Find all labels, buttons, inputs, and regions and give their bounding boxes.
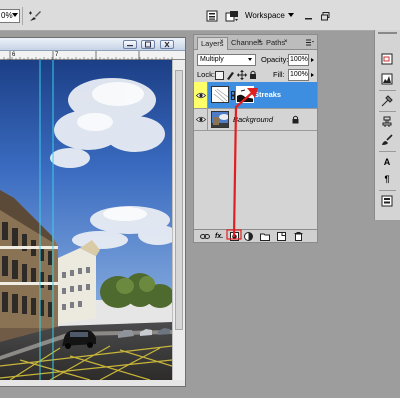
annotation-arrow xyxy=(226,88,258,240)
blend-mode-select[interactable]: Multiply xyxy=(197,54,256,66)
histogram-icon[interactable] xyxy=(380,72,394,86)
document-window: 6 7 xyxy=(0,37,186,387)
arrange-documents-icon[interactable] xyxy=(204,9,220,23)
link-layers-icon[interactable] xyxy=(200,232,210,241)
lock-image-icon[interactable] xyxy=(226,70,235,82)
separator xyxy=(379,111,396,112)
horizontal-ruler[interactable]: 6 7 xyxy=(0,51,185,60)
minimize-button[interactable] xyxy=(123,40,137,49)
workspace-label: Workspace xyxy=(245,11,285,20)
lock-all-icon[interactable] xyxy=(249,70,257,82)
ruler-label: 7 xyxy=(55,52,59,58)
brush-tool-icon[interactable] xyxy=(27,9,43,23)
tab-label: Paths xyxy=(266,38,286,47)
panel-tabs: Layers × Channels × Paths × xyxy=(194,35,317,50)
toolbar-grip[interactable] xyxy=(378,32,397,34)
fill-slider-icon[interactable] xyxy=(311,73,314,77)
street-photo xyxy=(0,60,172,380)
panel-menu-icon[interactable] xyxy=(306,39,314,48)
blend-mode-value: Multiply xyxy=(200,56,224,63)
document-canvas[interactable] xyxy=(0,60,172,380)
new-layer-icon[interactable] xyxy=(277,232,286,241)
opacity-field[interactable]: 100% xyxy=(288,54,309,66)
chevron-down-icon xyxy=(248,58,252,61)
separator xyxy=(379,190,396,191)
navigator-icon[interactable] xyxy=(380,52,394,66)
layer-style-icon[interactable]: fx. xyxy=(215,232,224,241)
scrollbar-thumb[interactable] xyxy=(175,70,183,330)
separator xyxy=(22,7,23,25)
character-label: A xyxy=(383,157,391,167)
ruler-label: 6 xyxy=(12,52,16,58)
separator xyxy=(379,90,396,91)
workspace-menu[interactable]: Workspace xyxy=(245,8,297,23)
opacity-value: 100% xyxy=(290,56,308,63)
close-icon[interactable]: × xyxy=(220,38,224,46)
paragraph-icon[interactable]: ¶ xyxy=(380,172,394,186)
opacity-slider-icon[interactable] xyxy=(311,58,314,62)
eye-icon[interactable] xyxy=(194,82,208,108)
lock-label: Lock: xyxy=(197,70,215,79)
paragraph-label: ¶ xyxy=(384,174,390,184)
clone-source-icon[interactable] xyxy=(380,115,394,129)
minimize-icon xyxy=(127,45,133,47)
opacity-label: Opacity: xyxy=(261,55,289,64)
chevron-down-icon xyxy=(287,13,294,17)
lock-icon xyxy=(292,115,299,126)
character-icon[interactable]: A xyxy=(380,155,394,169)
delete-layer-icon[interactable] xyxy=(294,232,303,241)
maximize-icon xyxy=(145,41,151,48)
eye-icon[interactable] xyxy=(194,109,208,130)
tool-presets-icon[interactable] xyxy=(380,94,394,108)
close-icon xyxy=(164,41,170,48)
fill-label: Fill: xyxy=(273,70,285,79)
lock-position-icon[interactable] xyxy=(237,70,247,82)
lock-transparency-icon[interactable] xyxy=(215,71,224,80)
fill-value: 100% xyxy=(290,71,308,78)
close-icon[interactable]: × xyxy=(284,38,288,46)
close-icon[interactable]: × xyxy=(258,38,262,46)
right-toolbar: A ¶ xyxy=(374,30,400,220)
restore-icon[interactable] xyxy=(320,9,330,23)
screen-mode-icon[interactable] xyxy=(224,9,240,23)
ruler-ticks xyxy=(3,51,173,60)
separator xyxy=(379,151,396,152)
zoom-dropdown-icon[interactable] xyxy=(12,13,18,17)
minimize-icon[interactable] xyxy=(304,9,314,23)
zoom-value: 0% xyxy=(1,11,13,20)
maximize-button[interactable] xyxy=(141,40,155,49)
options-bar: 0% Workspace xyxy=(0,0,400,31)
document-title-bar xyxy=(0,38,185,51)
brushes-icon[interactable] xyxy=(380,133,394,147)
vertical-scrollbar[interactable] xyxy=(172,60,185,380)
layer-comps-icon[interactable] xyxy=(380,194,394,208)
close-button[interactable] xyxy=(160,40,174,49)
fill-field[interactable]: 100% xyxy=(288,69,309,81)
